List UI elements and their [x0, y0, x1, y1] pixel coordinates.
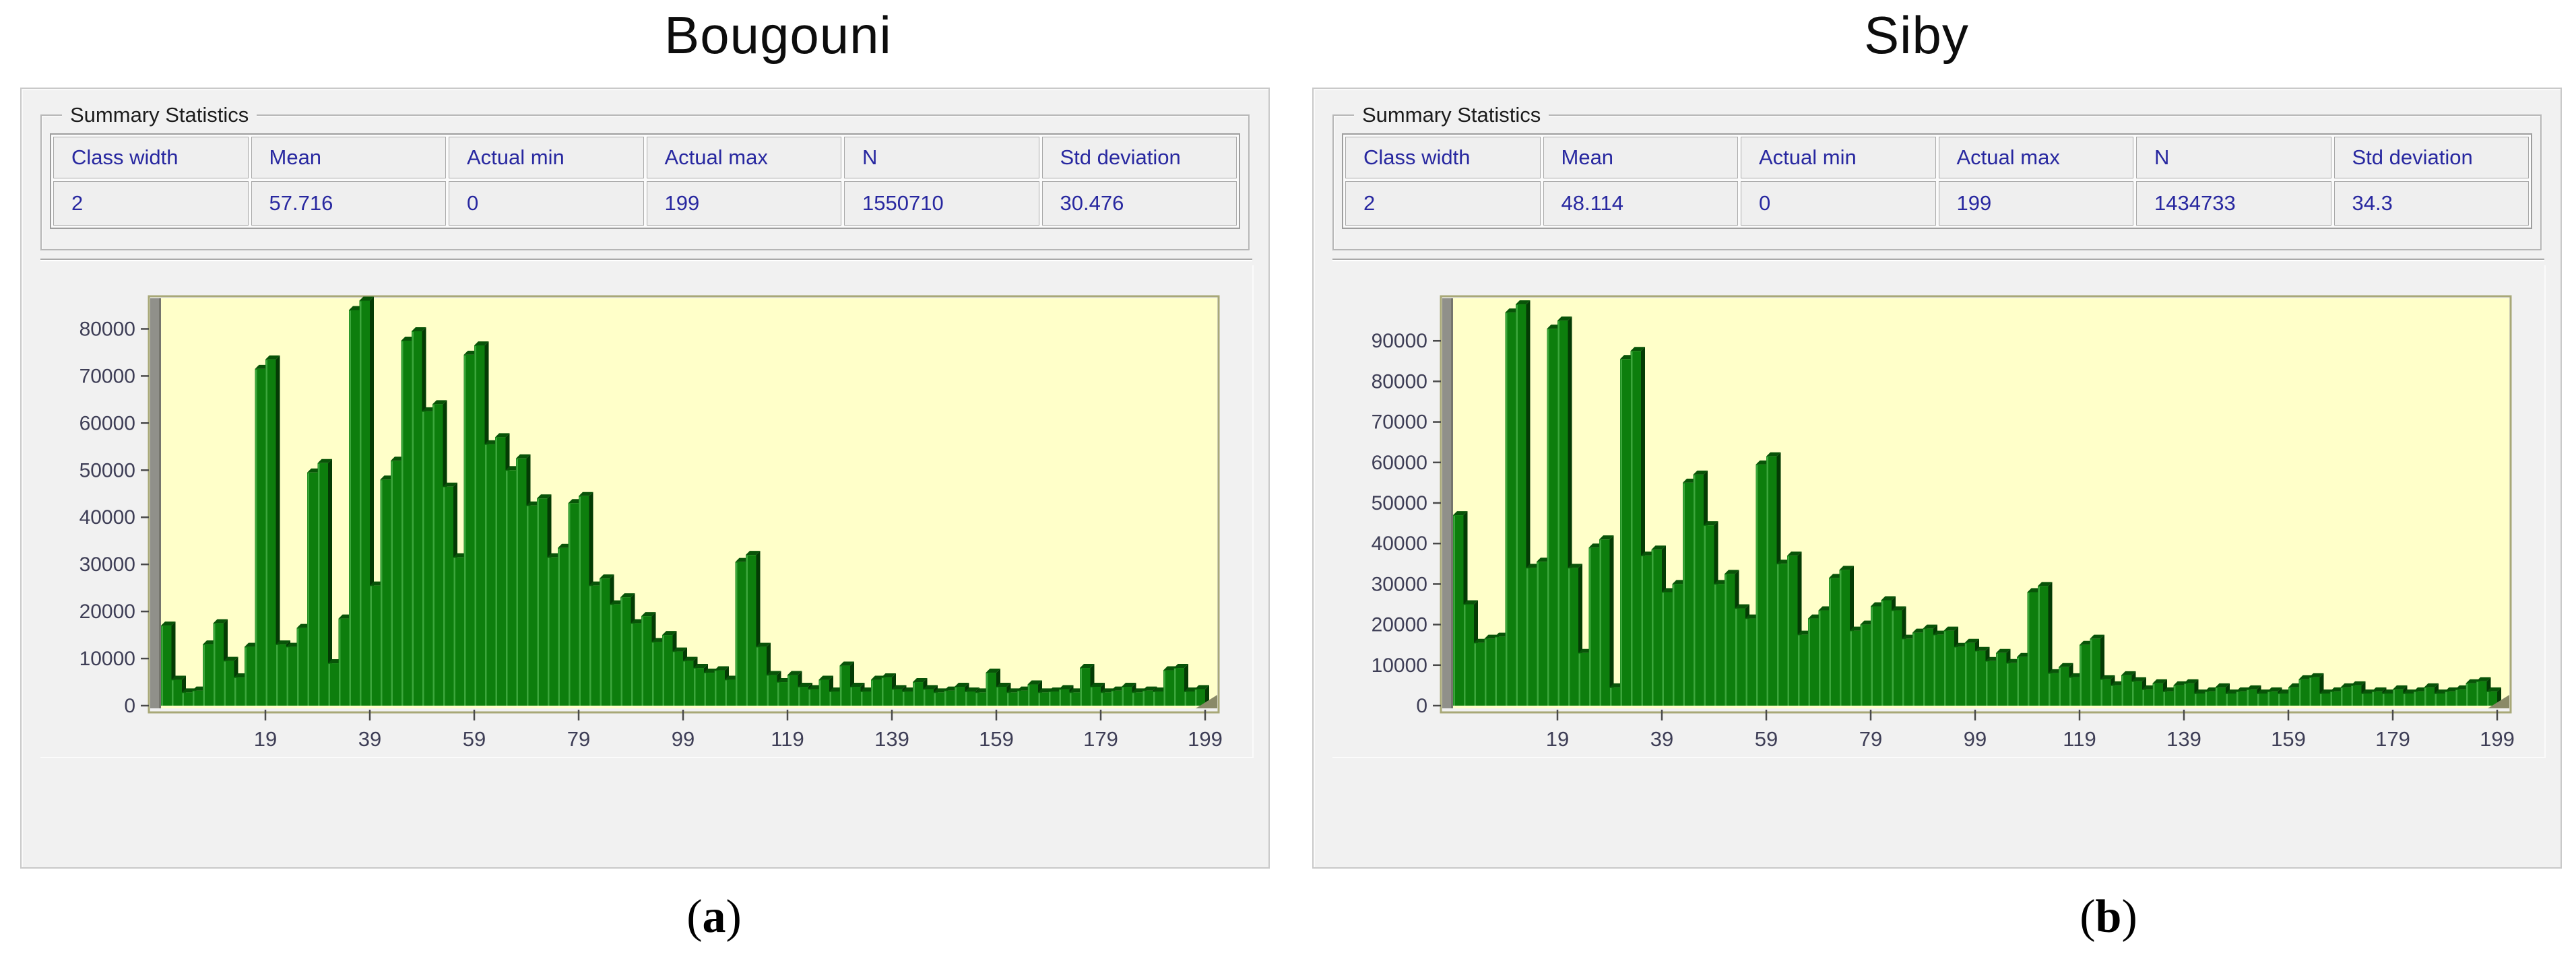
summary-statistics-table: Class width Mean Actual min Actual max N… — [50, 133, 1240, 229]
x-tick-label: 79 — [567, 727, 590, 751]
y-tick-label: 30000 — [79, 553, 135, 576]
x-tick-label: 79 — [1859, 727, 1882, 751]
stats-header-actual-min: Actual min — [1741, 137, 1936, 178]
x-axis: 19 39 59 79 99 119 139 159 179 199 — [1546, 710, 2515, 751]
summary-statistics-label: Summary Statistics — [1354, 103, 1549, 127]
stats-header-actual-min: Actual min — [449, 137, 644, 178]
stats-header-n: N — [2136, 137, 2331, 178]
x-tick-label: 19 — [1546, 727, 1569, 751]
x-tick-label: 139 — [2166, 727, 2201, 751]
horizontal-divider — [1332, 259, 2544, 261]
stats-value-actual-min: 0 — [1741, 181, 1936, 226]
x-tick-label: 139 — [874, 727, 909, 751]
y-tick-label: 0 — [1416, 695, 1427, 717]
stats-value-n: 1434733 — [2136, 181, 2331, 226]
histogram-area-bougouni: 0 10000 20000 30000 40000 50000 60000 70000 8000… — [40, 265, 1254, 758]
stats-header-class-width: Class width — [1345, 137, 1541, 178]
histogram-bougouni: 0 10000 20000 30000 40000 50000 60000 70000 8000… — [40, 265, 1252, 757]
stats-value-class-width: 2 — [1345, 181, 1541, 226]
x-tick-label: 199 — [1188, 727, 1223, 751]
y-tick-label: 20000 — [1372, 614, 1427, 636]
chart-title-siby: Siby — [1580, 0, 2253, 70]
y-tick-label: 10000 — [1372, 654, 1427, 677]
horizontal-divider — [40, 259, 1252, 261]
stats-value-actual-max: 199 — [647, 181, 842, 226]
stats-header-actual-max: Actual max — [647, 137, 842, 178]
stats-header-mean: Mean — [251, 137, 447, 178]
histogram-area-siby: 0 10000 20000 30000 40000 50000 60000 70000 8000… — [1332, 265, 2546, 758]
y-tick-label: 50000 — [1372, 492, 1427, 514]
stats-value-std-deviation: 34.3 — [2334, 181, 2530, 226]
plot-left-wall-edge — [159, 298, 161, 708]
figure-caption-a: (a) — [579, 890, 849, 944]
x-tick-label: 99 — [1964, 727, 1987, 751]
stats-header-std-deviation: Std deviation — [1042, 137, 1237, 178]
plot-left-wall-edge — [1451, 298, 1453, 708]
summary-statistics-groupbox: Summary Statistics Class width Mean Actu… — [40, 114, 1250, 250]
y-tick-label: 30000 — [1372, 573, 1427, 595]
stats-value-mean: 48.114 — [1543, 181, 1739, 226]
stats-value-class-width: 2 — [53, 181, 249, 226]
x-tick-label: 99 — [672, 727, 695, 751]
stats-header-class-width: Class width — [53, 137, 249, 178]
y-tick-label: 10000 — [79, 648, 135, 670]
stats-value-actual-max: 199 — [1939, 181, 2134, 226]
x-tick-label: 119 — [2063, 727, 2096, 751]
histogram-siby: 0 10000 20000 30000 40000 50000 60000 70000 8000… — [1332, 265, 2544, 757]
x-tick-label: 159 — [979, 727, 1014, 751]
y-tick-label: 60000 — [79, 412, 135, 434]
stats-header-n: N — [844, 137, 1039, 178]
y-axis: 0 10000 20000 30000 40000 50000 60000 70000 8000… — [1372, 330, 1441, 717]
stats-header-std-deviation: Std deviation — [2334, 137, 2530, 178]
stats-value-std-deviation: 30.476 — [1042, 181, 1237, 226]
x-tick-label: 159 — [2271, 727, 2306, 751]
x-tick-label: 119 — [771, 727, 804, 751]
x-tick-label: 179 — [1083, 727, 1118, 751]
y-tick-label: 0 — [124, 695, 135, 717]
summary-statistics-groupbox: Summary Statistics Class width Mean Actu… — [1332, 114, 2542, 250]
stats-header-mean: Mean — [1543, 137, 1739, 178]
y-tick-label: 80000 — [79, 318, 135, 340]
histogram-bar — [1599, 535, 1614, 706]
stats-value-actual-min: 0 — [449, 181, 644, 226]
panel-siby: Summary Statistics Class width Mean Actu… — [1312, 88, 2562, 869]
stats-value-mean: 57.716 — [251, 181, 447, 226]
summary-statistics-label: Summary Statistics — [62, 103, 257, 127]
x-tick-label: 59 — [463, 727, 486, 751]
y-tick-label: 60000 — [1372, 452, 1427, 474]
y-tick-label: 40000 — [1372, 533, 1427, 555]
stats-header-actual-max: Actual max — [1939, 137, 2134, 178]
stats-value-n: 1550710 — [844, 181, 1039, 226]
summary-statistics-table: Class width Mean Actual min Actual max N… — [1342, 133, 2532, 229]
x-tick-label: 59 — [1755, 727, 1778, 751]
y-tick-label: 80000 — [1372, 370, 1427, 393]
y-tick-label: 50000 — [79, 459, 135, 481]
y-tick-label: 70000 — [79, 365, 135, 387]
figure-caption-b: (b) — [1974, 890, 2243, 944]
y-tick-label: 90000 — [1372, 330, 1427, 352]
x-axis: 19 39 59 79 99 119 139 159 179 199 — [254, 710, 1223, 751]
chart-title-bougouni: Bougouni — [441, 0, 1115, 70]
x-tick-label: 19 — [254, 727, 277, 751]
y-tick-label: 40000 — [79, 506, 135, 529]
x-tick-label: 199 — [2480, 727, 2515, 751]
y-tick-label: 70000 — [1372, 411, 1427, 434]
y-tick-label: 20000 — [79, 601, 135, 623]
y-axis: 0 10000 20000 30000 40000 50000 60000 70000 8000… — [79, 318, 149, 717]
x-tick-label: 39 — [358, 727, 381, 751]
x-tick-label: 179 — [2375, 727, 2410, 751]
x-tick-label: 39 — [1650, 727, 1673, 751]
panel-bougouni: Summary Statistics Class width Mean Actu… — [20, 88, 1270, 869]
